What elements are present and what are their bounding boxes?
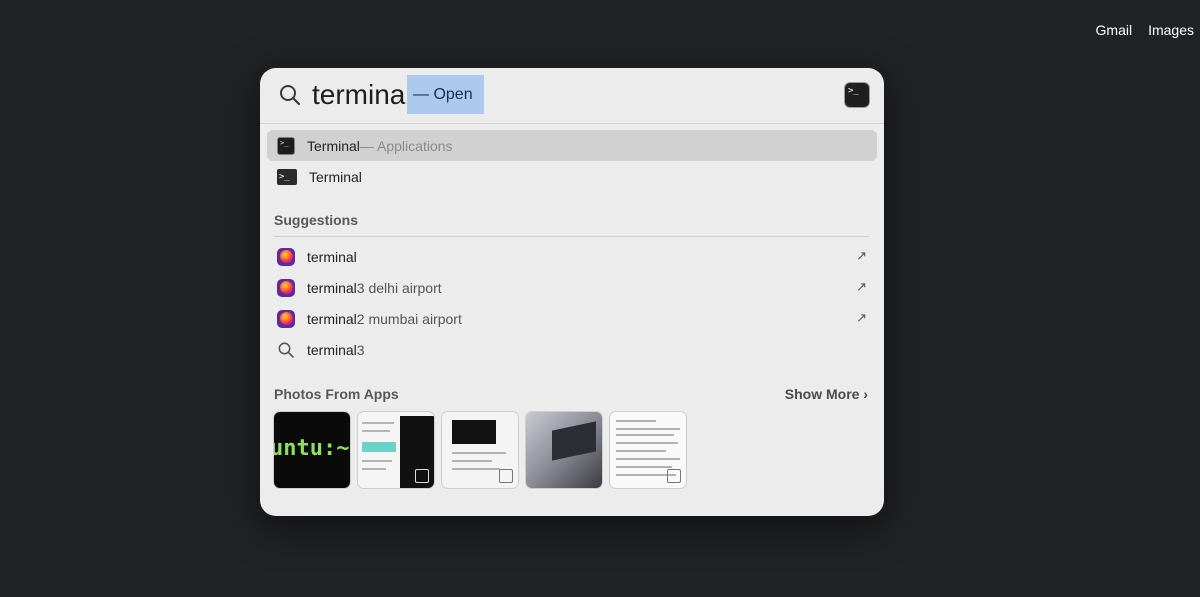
photo-thumb[interactable]	[610, 412, 686, 488]
suggestion-item[interactable]: terminal 2 mumbai airport ↗	[267, 303, 877, 334]
firefox-icon	[277, 309, 295, 328]
images-link[interactable]: Images	[1148, 22, 1194, 38]
open-arrow-icon: ↗	[856, 310, 867, 325]
scan-icon	[499, 469, 513, 483]
search-icon	[280, 85, 301, 106]
photo-thumb[interactable]: untu:~$ su	[274, 412, 350, 488]
scan-icon	[415, 469, 429, 483]
search-icon	[278, 342, 294, 358]
completion-hint: — Open	[407, 75, 484, 114]
suggestion-text: terminal	[307, 248, 357, 265]
firefox-icon	[277, 278, 295, 297]
top-hit-terminal[interactable]: >_ Terminal	[267, 161, 877, 192]
top-hit-terminal-applications[interactable]: >_ Terminal — Applications	[267, 130, 877, 161]
scan-icon	[667, 469, 681, 483]
terminal-app-icon: >_	[844, 82, 870, 108]
photos-title: Photos From Apps	[274, 386, 399, 402]
photo-thumb[interactable]	[442, 412, 518, 488]
top-links: Gmail Images	[1096, 22, 1194, 38]
open-arrow-icon: ↗	[856, 279, 867, 294]
search-input[interactable]: terminal	[312, 78, 412, 112]
suggestion-rest: 3	[356, 341, 365, 358]
photo-thumb[interactable]	[526, 412, 602, 488]
search-bar: terminal — Open >_	[260, 68, 884, 124]
result-label: Terminal	[307, 137, 360, 154]
spotlight-window: terminal — Open >_ >_ Terminal — Applica…	[260, 68, 884, 516]
firefox-icon	[277, 247, 295, 266]
photo-thumb[interactable]	[358, 412, 434, 488]
suggestion-text: terminal	[307, 279, 357, 296]
open-arrow-icon: ↗	[856, 248, 867, 263]
suggestion-item[interactable]: terminal ↗	[267, 241, 877, 272]
terminal-icon: >_	[277, 136, 295, 155]
suggestion-item[interactable]: terminal 3 delhi airport ↗	[267, 272, 877, 303]
suggestions-divider	[274, 236, 869, 237]
thumb-text: untu:~$ su	[274, 436, 350, 461]
suggestion-text: terminal	[307, 310, 357, 327]
show-more-link[interactable]: Show More ›	[785, 386, 868, 402]
result-label: Terminal	[309, 168, 362, 185]
result-suffix: — Applications	[359, 137, 453, 154]
gmail-link[interactable]: Gmail	[1096, 22, 1133, 38]
suggestion-rest: 3 delhi airport	[356, 279, 442, 296]
photo-thumbnails: untu:~$ su	[274, 412, 686, 488]
terminal-icon: >_	[277, 168, 297, 185]
suggestion-text: terminal	[307, 341, 357, 358]
suggestion-item[interactable]: terminal 3	[267, 334, 877, 365]
suggestion-rest: 2 mumbai airport	[356, 310, 462, 327]
suggestions-title: Suggestions	[274, 212, 359, 228]
